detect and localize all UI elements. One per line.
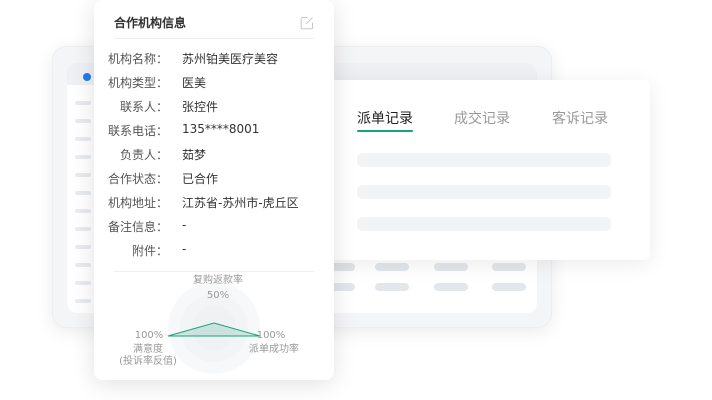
loading-placeholder xyxy=(357,185,611,199)
radar-left-label-line2: (投诉率反值) xyxy=(119,356,177,367)
card-title: 合作机构信息 xyxy=(114,16,187,30)
sidebar-placeholder xyxy=(75,101,91,105)
sidebar-placeholder xyxy=(75,281,91,285)
table-cell-placeholder xyxy=(434,263,468,271)
table-cell-placeholder xyxy=(375,263,409,271)
table-cell-placeholder xyxy=(434,283,468,291)
field-phone: 联系电话： 135****8001 xyxy=(94,122,334,142)
sidebar-placeholder xyxy=(75,155,91,159)
radar-left-label-line1: 满意度 xyxy=(133,344,163,355)
field-value: 茹梦 xyxy=(182,148,207,162)
field-label: 机构类型： xyxy=(107,76,168,90)
field-address: 机构地址： 江苏省-苏州市-虎丘区 xyxy=(94,194,334,214)
field-value: 医美 xyxy=(182,76,207,90)
field-value: - xyxy=(182,218,187,232)
loading-placeholder xyxy=(357,217,611,231)
field-attachments: 附件： - xyxy=(94,242,334,262)
field-value: 江苏省-苏州市-虎丘区 xyxy=(182,196,299,210)
radar-top-value: 50% xyxy=(206,290,230,301)
radar-left-value: 100% xyxy=(134,330,164,341)
sidebar-placeholder xyxy=(75,227,91,231)
field-label: 负责人： xyxy=(119,148,168,162)
field-label: 机构名称： xyxy=(107,52,168,66)
field-org-type: 机构类型： 医美 xyxy=(94,74,334,94)
field-label: 备注信息： xyxy=(107,220,168,234)
edit-icon[interactable] xyxy=(300,15,314,30)
field-value: - xyxy=(182,242,187,256)
active-tab-indicator xyxy=(357,130,413,132)
table-cell-placeholder xyxy=(492,283,526,291)
card-header: 合作机构信息 xyxy=(114,14,314,39)
radar-right-value: 100% xyxy=(256,330,286,341)
sidebar-placeholder xyxy=(75,137,91,141)
field-value: 135****8001 xyxy=(182,122,260,136)
background-sidebar xyxy=(69,91,95,307)
radar-chart: 复购返款率 50% 100% 满意度 (投诉率反值) 100% 派单成功率 xyxy=(94,272,334,380)
records-tabs: 派单记录 成交记录 客诉记录 xyxy=(357,108,630,136)
tab-label: 成交记录 xyxy=(454,111,510,127)
table-cell-placeholder xyxy=(492,263,526,271)
field-remarks: 备注信息： - xyxy=(94,218,334,238)
field-owner: 负责人： 茹梦 xyxy=(94,146,334,166)
field-org-name: 机构名称： 苏州铂美医疗美容 xyxy=(94,50,334,70)
loading-placeholder xyxy=(357,153,611,167)
sidebar-placeholder xyxy=(75,299,91,303)
tab-dispatch-records[interactable]: 派单记录 xyxy=(357,108,413,132)
sidebar-placeholder xyxy=(75,209,91,213)
field-contact: 联系人： 张控件 xyxy=(94,98,334,118)
field-value: 苏州铂美医疗美容 xyxy=(182,52,279,66)
field-value: 已合作 xyxy=(182,172,219,186)
sidebar-placeholder xyxy=(75,119,91,123)
field-label: 联系人： xyxy=(119,100,168,114)
field-label: 附件： xyxy=(131,244,168,258)
tab-deal-records[interactable]: 成交记录 xyxy=(454,108,510,128)
field-label: 联系电话： xyxy=(107,124,168,138)
radar-right-label: 派单成功率 xyxy=(249,344,299,355)
window-status-dot xyxy=(83,73,91,81)
partner-info-card: 合作机构信息 机构名称： 苏州铂美医疗美容 机构类型： 医美 联系人： 张控件 … xyxy=(94,0,334,380)
field-value: 张控件 xyxy=(182,100,219,114)
table-cell-placeholder xyxy=(375,283,409,291)
sidebar-placeholder xyxy=(75,173,91,177)
field-status: 合作状态： 已合作 xyxy=(94,170,334,190)
sidebar-placeholder xyxy=(75,263,91,267)
records-panel: 派单记录 成交记录 客诉记录 xyxy=(322,80,650,260)
field-label: 合作状态： xyxy=(107,172,168,186)
tab-complaint-records[interactable]: 客诉记录 xyxy=(552,108,608,128)
field-label: 机构地址： xyxy=(107,196,168,210)
tab-label: 派单记录 xyxy=(357,111,413,127)
tab-label: 客诉记录 xyxy=(552,111,608,127)
radar-top-label: 复购返款率 xyxy=(193,275,243,286)
sidebar-placeholder xyxy=(75,191,91,195)
sidebar-placeholder xyxy=(75,245,91,249)
